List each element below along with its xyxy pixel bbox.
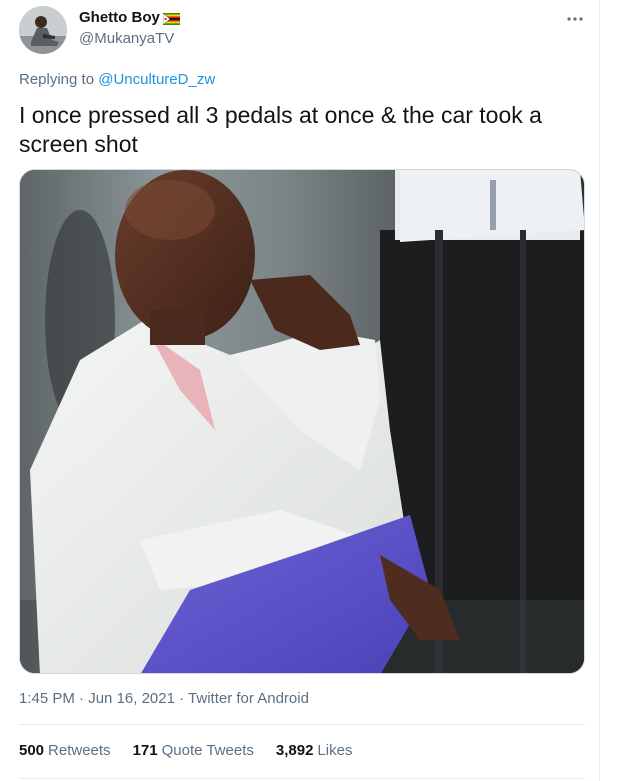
avatar[interactable] <box>19 6 67 54</box>
tweet-meta: 1:45 PM · Jun 16, 2021 · Twitter for And… <box>19 690 309 707</box>
tweet-source[interactable]: Twitter for Android <box>188 690 309 707</box>
tweet-time[interactable]: 1:45 PM <box>19 690 75 707</box>
likes-count: 3,892 <box>275 742 314 759</box>
avatar-image <box>19 6 67 54</box>
likes-label: Likes <box>317 742 353 759</box>
reply-mention-link[interactable]: @UncultureD_zw <box>98 71 215 88</box>
tweet-text: I once pressed all 3 pedals at once & th… <box>19 102 542 157</box>
tweet-date[interactable]: Jun 16, 2021 <box>88 690 175 707</box>
zimbabwe-flag-icon <box>162 12 180 25</box>
retweets-count: 500 <box>19 742 45 759</box>
display-name[interactable]: Ghetto Boy <box>79 9 160 26</box>
meta-separator: · <box>74 690 89 707</box>
divider <box>19 778 585 779</box>
quote-tweets-stat[interactable]: 171 Quote Tweets <box>133 742 254 759</box>
author-handle[interactable]: @MukanyaTV <box>79 30 174 47</box>
reply-prefix: Replying to <box>19 71 99 88</box>
tweet-card: Ghetto Boy @MukanyaTV Replying to @Uncul… <box>0 0 600 781</box>
divider <box>19 724 585 725</box>
reply-context: Replying to @UncultureD_zw <box>19 71 215 88</box>
quote-tweets-label: Quote Tweets <box>161 742 254 759</box>
more-horizontal-icon[interactable] <box>560 10 590 28</box>
author-name-row[interactable]: Ghetto Boy <box>79 9 180 26</box>
tweet-photo[interactable] <box>19 169 585 674</box>
quote-tweets-count: 171 <box>132 742 158 759</box>
tweet-stats: 500 Retweets 171 Quote Tweets 3,892 Likes <box>19 742 352 759</box>
retweets-label: Retweets <box>48 742 111 759</box>
meta-separator: · <box>174 690 189 707</box>
retweets-stat[interactable]: 500 Retweets <box>19 742 111 759</box>
photo-image <box>20 170 584 673</box>
likes-stat[interactable]: 3,892 Likes <box>276 742 353 759</box>
